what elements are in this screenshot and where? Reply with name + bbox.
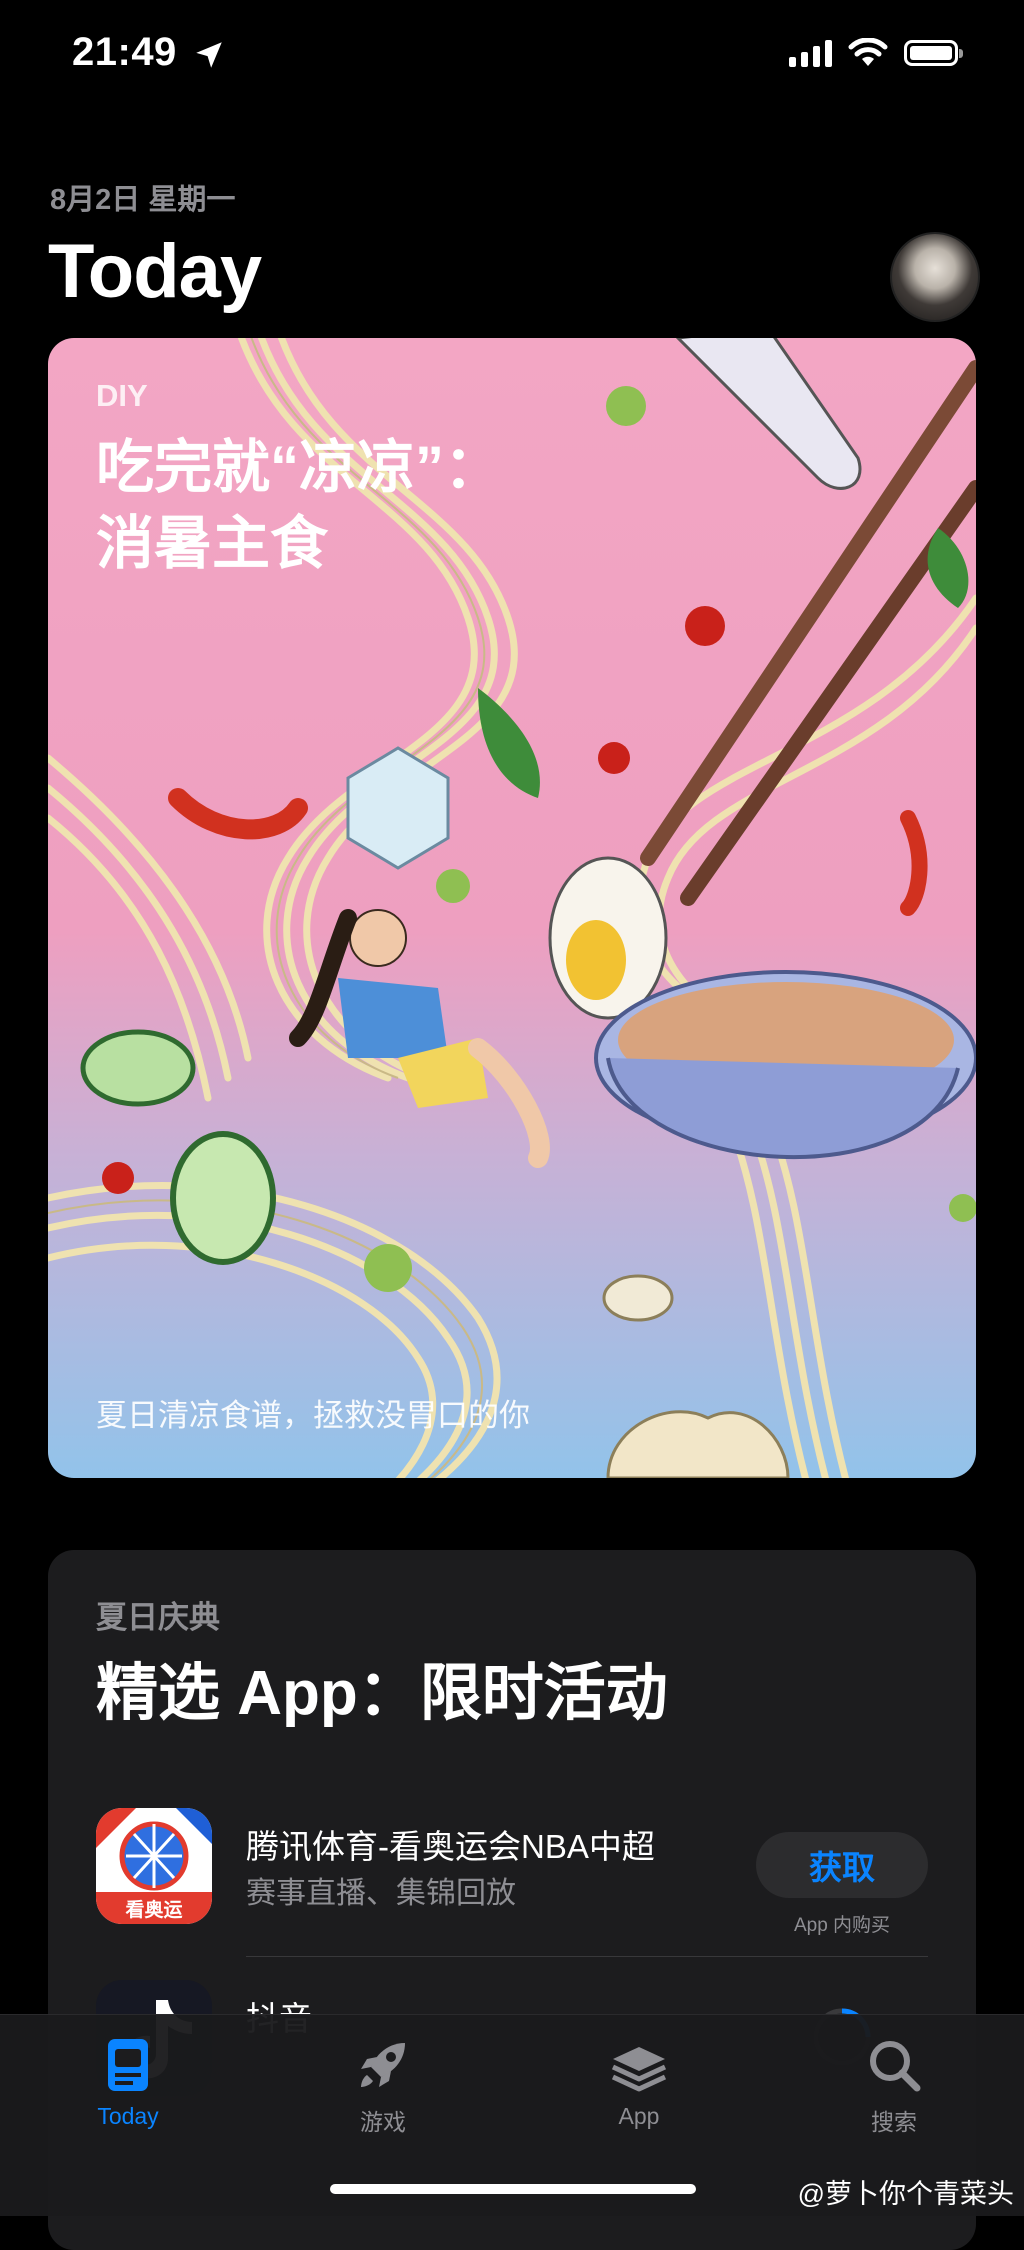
app-description: 赛事直播、集锦回放 bbox=[246, 1877, 516, 1910]
tab-games[interactable]: 游戏 bbox=[283, 2035, 483, 2137]
account-avatar[interactable] bbox=[890, 232, 980, 322]
story-title-line1: 吃完就“凉凉”： bbox=[96, 435, 503, 500]
tab-label: 搜索 bbox=[871, 2109, 917, 2135]
status-time: 21:49 bbox=[72, 30, 177, 74]
date-label: 8月2日 星期一 bbox=[50, 184, 236, 216]
cellular-signal-icon bbox=[789, 39, 832, 67]
search-icon bbox=[870, 2041, 921, 2092]
weibo-watermark: @萝卜你个青菜头 bbox=[797, 2179, 1014, 2209]
layers-icon bbox=[611, 2047, 667, 2092]
location-arrow-icon bbox=[196, 42, 222, 68]
app-icon-text: 看奥运 bbox=[124, 1898, 182, 1921]
get-button[interactable]: 获取 bbox=[756, 1832, 928, 1898]
story-category: DIY bbox=[96, 378, 148, 413]
row-divider bbox=[246, 1956, 928, 1957]
tab-label: App bbox=[618, 2103, 660, 2129]
story-title-line2: 消暑主食 bbox=[96, 511, 329, 576]
tab-search[interactable]: 搜索 bbox=[794, 2035, 994, 2137]
battery-icon bbox=[904, 40, 963, 66]
story-title: 吃完就“凉凉”： 消暑主食 bbox=[96, 430, 502, 582]
tab-label: Today bbox=[97, 2103, 159, 2129]
in-app-purchase-note: App 内购买 bbox=[793, 1915, 891, 1936]
app-row-tencent-sports[interactable]: 看奥运 腾讯体育-看奥运会NBA中超 赛事直播、集锦回放 获取 App 内购买 bbox=[96, 1808, 928, 1957]
today-icon bbox=[108, 2039, 148, 2091]
wifi-icon bbox=[848, 38, 888, 66]
rocket-icon bbox=[361, 2043, 405, 2087]
app-name: 腾讯体育-看奥运会NBA中超 bbox=[246, 1828, 655, 1865]
status-indicators bbox=[789, 38, 963, 68]
card-category: 夏日庆典 bbox=[96, 1600, 220, 1635]
tencent-sports-app-icon: 看奥运 bbox=[96, 1808, 212, 1924]
tab-apps[interactable]: App bbox=[539, 2035, 739, 2130]
card-title: 精选 App：限时活动 bbox=[96, 1659, 668, 1728]
hero-story-card[interactable]: DIY 吃完就“凉凉”： 消暑主食 夏日清凉食谱，拯救没胃口的你 bbox=[48, 338, 976, 1478]
tab-label: 游戏 bbox=[360, 2109, 406, 2135]
page-title: Today bbox=[48, 229, 262, 314]
home-indicator[interactable] bbox=[330, 2184, 696, 2194]
story-subtitle: 夏日清凉食谱，拯救没胃口的你 bbox=[96, 1398, 530, 1433]
tab-today[interactable]: Today bbox=[28, 2035, 228, 2130]
